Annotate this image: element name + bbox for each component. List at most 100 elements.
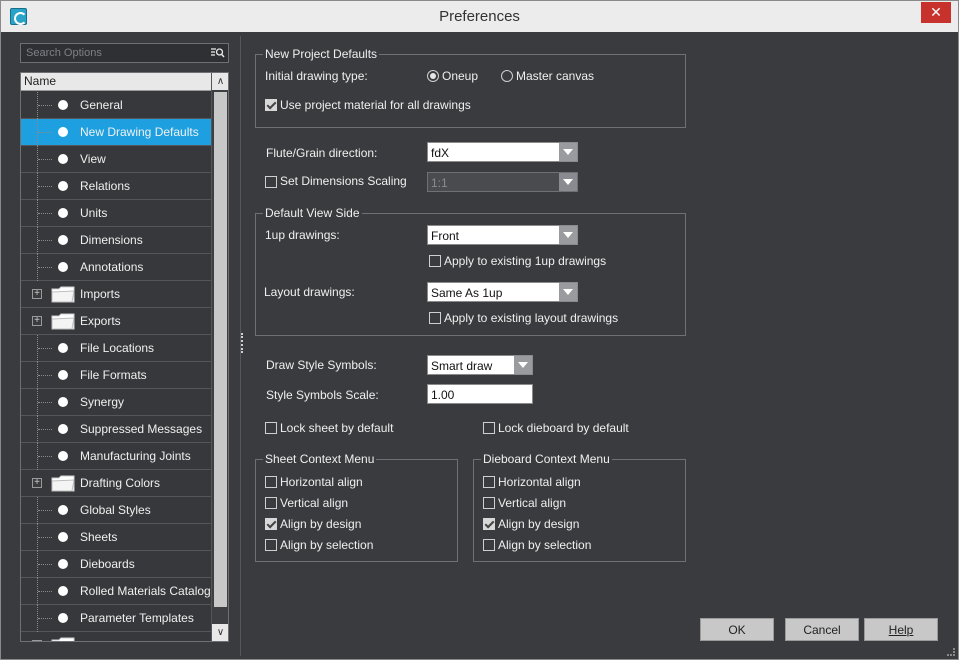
menu-option-checkbox[interactable] <box>265 518 277 530</box>
tree-item[interactable]: Dimensions <box>21 227 211 254</box>
tree-item-label: Global Styles <box>80 503 151 517</box>
use-project-material-label[interactable]: Use project material for all drawings <box>280 98 471 112</box>
expand-icon[interactable]: + <box>32 316 42 326</box>
menu-option-label[interactable]: Align by design <box>280 517 361 531</box>
tree-item[interactable]: Synergy <box>21 389 211 416</box>
draw-style-symbols-value: Smart draw <box>431 359 493 373</box>
bullet-icon <box>58 262 68 272</box>
oneup-view-side-select[interactable]: Front <box>427 225 578 245</box>
cancel-button[interactable]: Cancel <box>785 618 859 641</box>
menu-option-checkbox[interactable] <box>483 518 495 530</box>
tree-item[interactable]: File Locations <box>21 335 211 362</box>
bullet-icon <box>58 424 68 434</box>
expand-icon[interactable]: + <box>32 289 42 299</box>
tree-item[interactable]: + Imports <box>21 281 211 308</box>
tree-item[interactable]: Annotations <box>21 254 211 281</box>
chevron-down-icon[interactable] <box>559 143 577 161</box>
search-options-input[interactable]: Search Options <box>20 43 229 63</box>
close-button[interactable]: ✕ <box>921 2 951 23</box>
menu-option-label[interactable]: Align by selection <box>498 538 591 552</box>
chevron-down-icon[interactable] <box>559 226 577 244</box>
tree-item[interactable]: New Drawing Defaults <box>21 119 211 146</box>
tree-item-label: General <box>80 98 123 112</box>
tree-item[interactable]: Suppressed Messages <box>21 416 211 443</box>
lock-sheet-label[interactable]: Lock sheet by default <box>280 421 393 435</box>
menu-option-label[interactable]: Horizontal align <box>280 475 363 489</box>
expand-icon[interactable]: + <box>32 640 42 641</box>
title-bar[interactable]: Preferences ✕ <box>1 1 958 32</box>
flute-grain-select[interactable]: fdX <box>427 142 578 162</box>
oneup-radio[interactable] <box>427 70 439 82</box>
apply-existing-1up-checkbox[interactable] <box>429 255 441 267</box>
resize-grip-icon[interactable] <box>947 648 955 656</box>
tree-column-header[interactable]: Name <box>21 73 211 91</box>
tree-connector <box>38 591 52 592</box>
menu-option-checkbox[interactable] <box>483 497 495 509</box>
tree-item[interactable]: Units <box>21 200 211 227</box>
tree-connector <box>38 159 52 160</box>
tree-item-label: View <box>80 152 106 166</box>
apply-existing-1up-label[interactable]: Apply to existing 1up drawings <box>444 254 606 268</box>
style-symbols-scale-input[interactable]: 1.00 <box>427 384 533 404</box>
menu-option-label[interactable]: Align by selection <box>280 538 373 552</box>
tree-item[interactable]: Global Styles <box>21 497 211 524</box>
tree-connector <box>38 240 52 241</box>
tree-item[interactable]: + <box>21 632 211 641</box>
folder-icon <box>51 313 75 330</box>
menu-option-checkbox[interactable] <box>265 497 277 509</box>
tree-item[interactable]: Dieboards <box>21 551 211 578</box>
tree-item[interactable]: General <box>21 92 211 119</box>
dimensions-scaling-value: 1:1 <box>431 176 448 190</box>
tree-item[interactable]: Parameter Templates <box>21 605 211 632</box>
menu-option-label[interactable]: Vertical align <box>498 496 566 510</box>
expand-icon[interactable]: + <box>32 478 42 488</box>
tree-item-label: Annotations <box>80 260 144 274</box>
oneup-label[interactable]: Oneup <box>442 69 478 83</box>
tree-item[interactable]: Manufacturing Joints <box>21 443 211 470</box>
ok-button[interactable]: OK <box>700 618 774 641</box>
group-legend: Dieboard Context Menu <box>481 452 612 466</box>
tree-item[interactable]: Sheets <box>21 524 211 551</box>
tree-item[interactable]: View <box>21 146 211 173</box>
splitter-grip-icon[interactable] <box>241 333 244 353</box>
set-dimensions-scaling-label[interactable]: Set Dimensions Scaling <box>280 174 407 188</box>
menu-option-checkbox[interactable] <box>483 539 495 551</box>
lock-dieboard-checkbox[interactable] <box>483 422 495 434</box>
layout-view-side-select[interactable]: Same As 1up <box>427 282 578 302</box>
use-project-material-checkbox[interactable] <box>265 99 277 111</box>
scroll-down-button[interactable]: ∨ <box>212 624 228 641</box>
chevron-down-icon[interactable] <box>514 356 532 374</box>
tree-item[interactable]: Relations <box>21 173 211 200</box>
chevron-down-icon[interactable] <box>559 283 577 301</box>
draw-style-symbols-select[interactable]: Smart draw <box>427 355 533 375</box>
menu-option-label[interactable]: Horizontal align <box>498 475 581 489</box>
tree-item[interactable]: File Formats <box>21 362 211 389</box>
menu-option-label[interactable]: Align by design <box>498 517 579 531</box>
tree-scrollbar[interactable]: ∧ ∨ <box>211 73 228 641</box>
tree-item[interactable]: + Exports <box>21 308 211 335</box>
scroll-thumb[interactable] <box>214 92 227 607</box>
tree-connector <box>38 537 52 538</box>
menu-option-checkbox[interactable] <box>265 539 277 551</box>
set-dimensions-scaling-checkbox[interactable] <box>265 176 277 188</box>
group-legend: New Project Defaults <box>263 47 380 61</box>
tree-item[interactable]: + Drafting Colors <box>21 470 211 497</box>
bullet-icon <box>58 397 68 407</box>
search-icon[interactable] <box>210 46 225 60</box>
apply-existing-layout-checkbox[interactable] <box>429 312 441 324</box>
scroll-up-button[interactable]: ∧ <box>212 73 228 90</box>
master-canvas-radio[interactable] <box>501 70 513 82</box>
apply-existing-layout-label[interactable]: Apply to existing layout drawings <box>444 311 618 325</box>
menu-option-checkbox[interactable] <box>265 476 277 488</box>
help-button[interactable]: Help <box>864 618 938 641</box>
lock-dieboard-label[interactable]: Lock dieboard by default <box>498 421 629 435</box>
options-tree[interactable]: Name General New Drawing Defaults View Rela… <box>20 72 229 642</box>
master-canvas-label[interactable]: Master canvas <box>516 69 594 83</box>
tree-connector <box>38 348 52 349</box>
style-symbols-scale-value: 1.00 <box>431 388 455 402</box>
tree-item[interactable]: Rolled Materials Catalog <box>21 578 211 605</box>
tree-connector <box>38 510 52 511</box>
lock-sheet-checkbox[interactable] <box>265 422 277 434</box>
menu-option-label[interactable]: Vertical align <box>280 496 348 510</box>
menu-option-checkbox[interactable] <box>483 476 495 488</box>
